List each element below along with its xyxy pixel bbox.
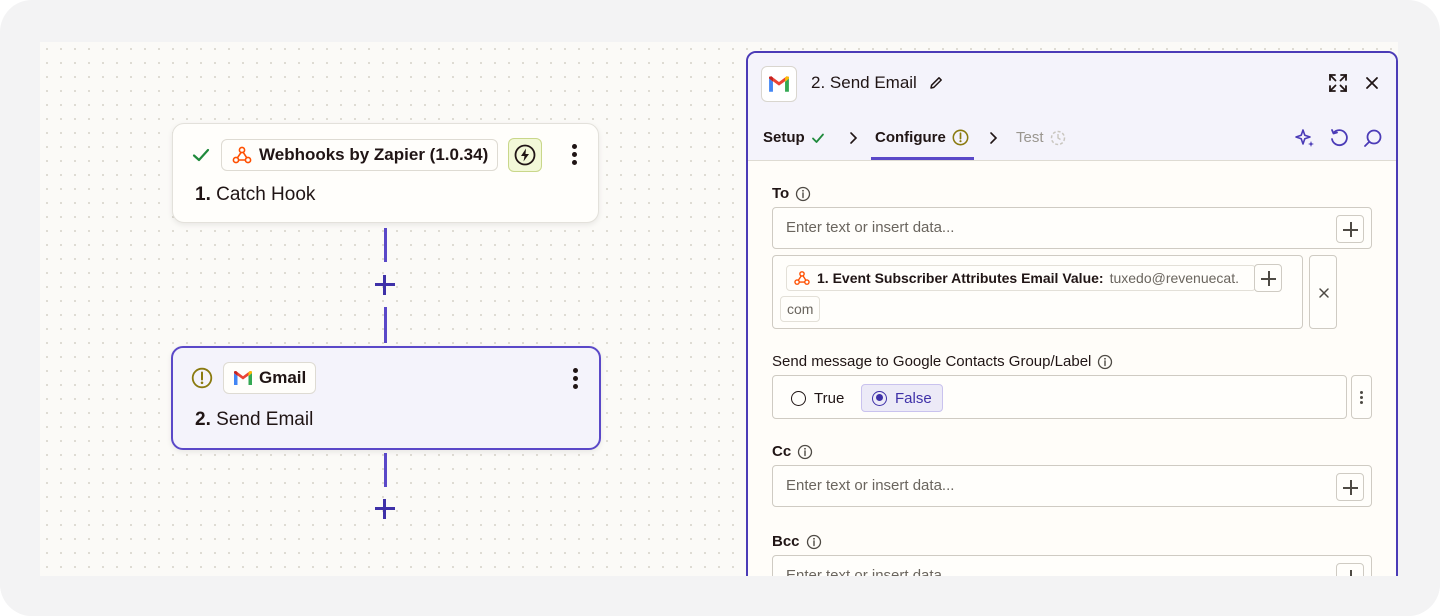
- action-step-card[interactable]: Gmail 2. Send Email: [171, 346, 601, 450]
- action-step-name: Send Email: [216, 409, 314, 430]
- to-label-text: To: [772, 185, 790, 202]
- webhook-icon: [794, 271, 810, 285]
- cc-label-text: Cc: [772, 443, 792, 460]
- field-options-button[interactable]: [1351, 375, 1372, 419]
- active-tab-indicator: [871, 157, 974, 160]
- close-icon[interactable]: [1364, 75, 1380, 91]
- sparkle-icon[interactable]: [1294, 127, 1316, 149]
- info-icon[interactable]: [806, 534, 822, 550]
- pending-icon: [1050, 130, 1065, 145]
- mapped-field-value-cont: com: [780, 296, 821, 322]
- gmail-icon: [769, 76, 789, 92]
- gmail-icon: [234, 371, 252, 385]
- action-step-number: 2.: [195, 409, 211, 430]
- mapped-field-name: 1. Event Subscriber Attributes Email Val…: [817, 270, 1104, 286]
- cc-field-label: Cc: [772, 443, 813, 460]
- trigger-step-number: 1.: [195, 184, 211, 205]
- bolt-icon: [514, 144, 536, 166]
- gmail-app-chip[interactable]: Gmail: [223, 362, 317, 394]
- webhook-icon: [232, 146, 252, 164]
- webhooks-app-chip[interactable]: Webhooks by Zapier (1.0.34): [221, 139, 499, 171]
- trigger-step-name: Catch Hook: [216, 184, 316, 205]
- warning-icon: [952, 129, 969, 146]
- radio-selected-icon: [872, 390, 887, 406]
- step-tabs: Setup Configure Test: [748, 115, 1396, 161]
- instant-trigger-badge: [508, 138, 543, 172]
- panel-title: 2. Send Email: [811, 73, 917, 92]
- to-input-placeholder: Enter text or insert data...: [786, 219, 955, 236]
- trigger-step-card[interactable]: Webhooks by Zapier (1.0.34) 1. Catch Hoo…: [172, 123, 599, 223]
- group-radio-group: True False: [772, 375, 1347, 419]
- radio-false-label: False: [895, 389, 932, 407]
- tab-test[interactable]: Test: [1016, 129, 1066, 146]
- trigger-app-label: Webhooks by Zapier (1.0.34): [259, 145, 489, 164]
- info-icon[interactable]: [795, 186, 811, 202]
- mapped-data-pill[interactable]: 1. Event Subscriber Attributes Email Val…: [786, 265, 1256, 291]
- expand-icon[interactable]: [1328, 73, 1348, 93]
- tab-setup[interactable]: Setup: [763, 129, 825, 146]
- step-editor-panel: 2. Send Email Setup Configure Test To En…: [746, 51, 1398, 591]
- radio-false[interactable]: False: [861, 384, 943, 412]
- group-label-text: Send message to Google Contacts Group/La…: [772, 353, 1092, 370]
- action-step-header: Gmail: [191, 362, 317, 394]
- check-icon: [811, 133, 824, 143]
- tab-test-label: Test: [1016, 129, 1044, 146]
- cc-input[interactable]: Enter text or insert data...: [772, 465, 1372, 507]
- trigger-step-header: Webhooks by Zapier (1.0.34): [191, 138, 543, 172]
- tab-setup-label: Setup: [763, 129, 805, 146]
- action-more-menu-icon[interactable]: [571, 368, 579, 392]
- action-step-title: 2. Send Email: [195, 409, 313, 431]
- connector-line: [384, 453, 387, 487]
- radio-unselected-icon: [791, 390, 806, 406]
- app-frame: Webhooks by Zapier (1.0.34) 1. Catch Hoo…: [0, 0, 1440, 616]
- insert-data-button[interactable]: [1254, 264, 1282, 292]
- frame-bottom-strip: [0, 576, 1440, 616]
- info-icon[interactable]: [1097, 354, 1113, 370]
- action-app-label: Gmail: [259, 368, 307, 387]
- panel-header: 2. Send Email: [748, 53, 1396, 115]
- to-field-label: To: [772, 185, 811, 202]
- insert-data-button[interactable]: [1336, 473, 1364, 501]
- search-icon[interactable]: [1362, 127, 1384, 149]
- tab-configure[interactable]: Configure: [875, 129, 969, 146]
- radio-true-label: True: [814, 389, 845, 407]
- bcc-label-text: Bcc: [772, 533, 800, 550]
- warning-icon: [191, 367, 213, 389]
- bcc-field-label: Bcc: [772, 533, 822, 550]
- close-icon: [1319, 288, 1329, 298]
- connector-line: [384, 228, 387, 262]
- chevron-right-icon: [850, 132, 858, 144]
- connector-line: [384, 307, 387, 343]
- to-mapped-value[interactable]: 1. Event Subscriber Attributes Email Val…: [772, 255, 1303, 329]
- trigger-step-title: 1. Catch Hook: [195, 184, 315, 206]
- tab-configure-label: Configure: [875, 129, 946, 146]
- insert-data-button[interactable]: [1336, 215, 1364, 243]
- add-step-button[interactable]: [373, 273, 397, 297]
- chevron-right-icon: [990, 132, 998, 144]
- to-input[interactable]: Enter text or insert data...: [772, 207, 1372, 249]
- panel-app-logo: [761, 66, 797, 102]
- info-icon[interactable]: [797, 444, 813, 460]
- add-step-button[interactable]: [373, 497, 397, 521]
- check-icon: [192, 148, 210, 162]
- remove-value-button[interactable]: [1309, 255, 1337, 329]
- trigger-more-menu-icon[interactable]: [570, 144, 578, 168]
- group-field-label: Send message to Google Contacts Group/La…: [772, 353, 1113, 370]
- mapped-field-value: tuxedo@revenuecat.: [1109, 270, 1239, 286]
- cc-input-placeholder: Enter text or insert data...: [786, 477, 955, 494]
- pencil-icon[interactable]: [928, 75, 944, 91]
- undo-icon[interactable]: [1328, 127, 1350, 149]
- radio-true[interactable]: True: [781, 384, 854, 412]
